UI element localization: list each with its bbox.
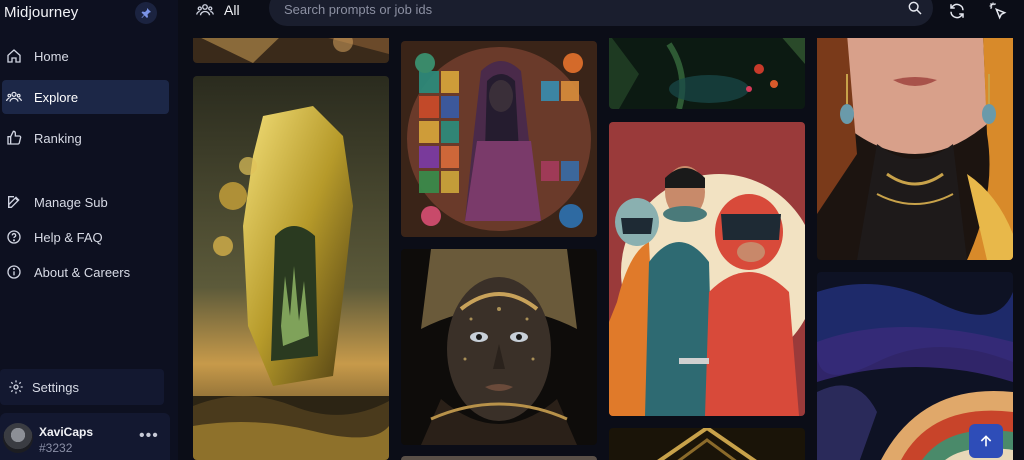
sidebar-item-label: About & Careers [34, 264, 131, 280]
sidebar-item-about[interactable]: About & Careers [2, 255, 169, 289]
tile-stained-glass-woman[interactable] [401, 41, 597, 237]
sidebar-item-label: Ranking [34, 130, 82, 146]
sidebar: Midjourney Home Explore Ranking Manage S… [0, 0, 178, 460]
search-input[interactable] [284, 0, 864, 18]
sidebar-item-label: Explore [34, 89, 79, 105]
pin-button[interactable] [135, 2, 157, 24]
tile-dark-jungle[interactable] [609, 38, 805, 109]
sidebar-item-ranking[interactable]: Ranking [2, 121, 169, 155]
edit-icon [6, 194, 22, 210]
home-icon [6, 48, 22, 64]
refresh-icon[interactable] [948, 2, 966, 20]
username: XaviCaps [39, 425, 94, 439]
sidebar-item-label: Manage Sub [34, 194, 108, 210]
tile-golden-face[interactable] [401, 249, 597, 445]
top-bar: All [178, 0, 1024, 38]
filter-all-label: All [224, 2, 240, 18]
magic-cursor-icon[interactable] [988, 1, 1008, 21]
filter-all[interactable]: All [196, 0, 240, 20]
tile-woman-earrings[interactable] [817, 38, 1013, 260]
thumbs-up-icon [6, 130, 22, 146]
tile-partial-bottom-col2[interactable] [401, 456, 597, 460]
scroll-to-top-button[interactable] [969, 424, 1003, 458]
tile-partial-bottom-col3[interactable] [609, 428, 805, 460]
avatar [3, 423, 33, 453]
sidebar-item-label: Help & FAQ [34, 229, 103, 245]
sidebar-item-help[interactable]: Help & FAQ [2, 220, 169, 254]
settings-label: Settings [32, 379, 79, 395]
sidebar-item-home[interactable]: Home [2, 39, 169, 73]
tile-partial-top-left[interactable] [193, 38, 389, 63]
user-card[interactable]: XaviCaps #3232 ••• [0, 413, 170, 460]
info-circle-icon [6, 264, 22, 280]
sidebar-item-label: Home [34, 48, 69, 64]
user-tag: #3232 [39, 441, 73, 455]
sidebar-item-explore[interactable]: Explore [2, 80, 169, 114]
more-options-button[interactable]: ••• [139, 427, 159, 445]
tile-retro-astronauts[interactable] [609, 122, 805, 416]
image-gallery [178, 38, 1024, 460]
search-bar [269, 0, 933, 26]
arrow-up-icon [980, 435, 992, 447]
settings-button[interactable]: Settings [0, 369, 164, 405]
app-title: Midjourney [4, 4, 79, 21]
sidebar-item-manage-sub[interactable]: Manage Sub [2, 185, 169, 219]
pin-icon [141, 8, 151, 18]
search-icon[interactable] [907, 0, 923, 16]
gear-icon [8, 379, 24, 395]
people-icon [6, 89, 22, 105]
people-icon [196, 1, 214, 19]
tile-crystal-portal[interactable] [193, 76, 389, 460]
help-circle-icon [6, 229, 22, 245]
